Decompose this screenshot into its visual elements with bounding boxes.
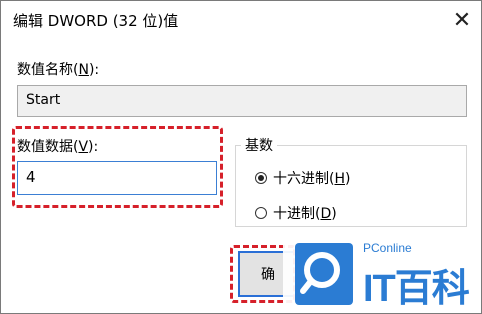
radio-checked-icon [255, 172, 267, 184]
watermark-big-text: IT百科 [363, 268, 470, 310]
base-group-title: 基数 [241, 135, 277, 155]
value-data-input[interactable]: 4 [17, 161, 217, 195]
title-bar: 编辑 DWORD (32 位)值 ✕ [1, 1, 481, 39]
radio-decimal-label: 十进制(D) [273, 206, 337, 222]
radio-hexadecimal[interactable]: 十六进制(H) [255, 168, 350, 188]
value-name-field[interactable]: Start [17, 85, 467, 117]
magnifier-logo-icon [295, 243, 353, 305]
watermark-small-text: PConline [363, 241, 412, 255]
pconline-watermark: PConline IT百科 [283, 233, 481, 313]
edit-dword-dialog: 编辑 DWORD (32 位)值 ✕ 数值名称(N): Start 数值数据(V… [0, 0, 482, 314]
close-button[interactable]: ✕ [447, 5, 477, 35]
window-title: 编辑 DWORD (32 位)值 [13, 12, 179, 30]
radio-unchecked-icon [255, 207, 267, 219]
value-data-label: 数值数据(V): [17, 139, 99, 155]
radio-hexadecimal-label: 十六进制(H) [273, 171, 351, 187]
radio-decimal[interactable]: 十进制(D) [255, 203, 337, 223]
close-icon: ✕ [452, 7, 472, 33]
value-name-label: 数值名称(N): [17, 62, 100, 78]
